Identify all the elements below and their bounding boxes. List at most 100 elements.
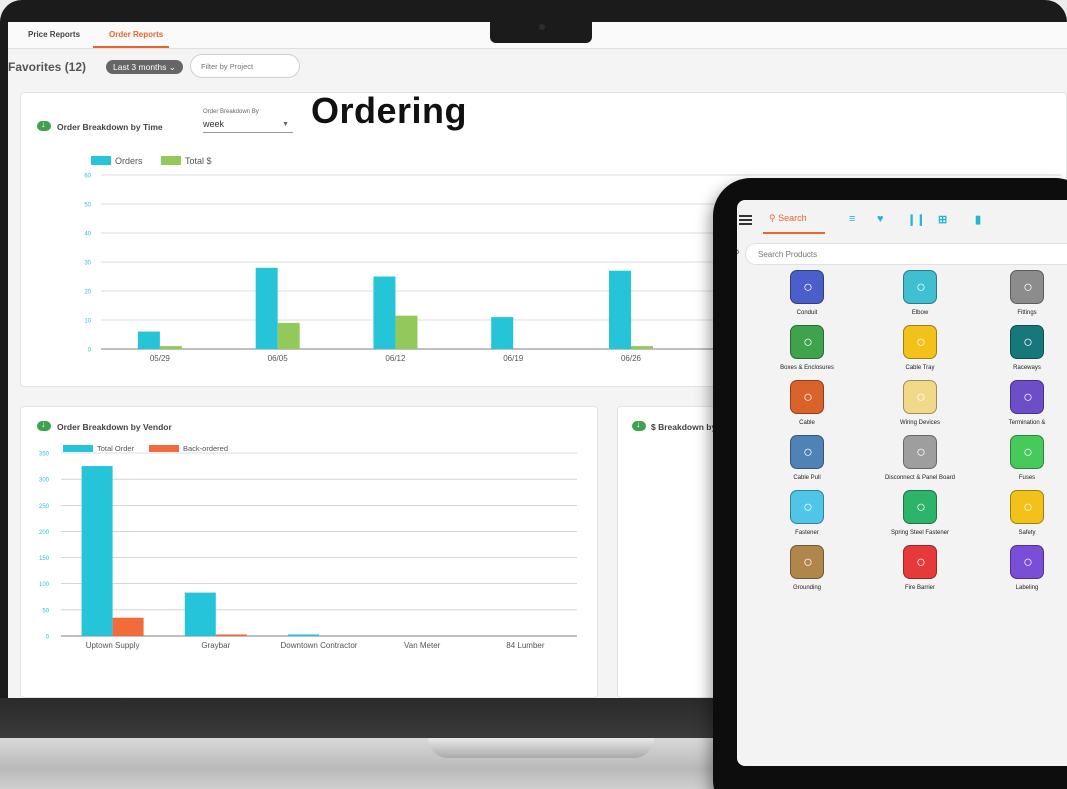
bar-orders bbox=[255, 267, 278, 349]
category-label: Raceways bbox=[1013, 365, 1041, 371]
category-tile-cable-tray[interactable]: ○ bbox=[903, 325, 937, 359]
category-label: Fastener bbox=[795, 530, 819, 536]
bar-total- bbox=[631, 346, 653, 349]
list-icon[interactable]: ≡ bbox=[849, 213, 855, 225]
category-label: Disconnect & Panel Board bbox=[884, 475, 956, 481]
category-tile-conduit[interactable]: ○ bbox=[790, 270, 824, 304]
box-icon: ○ bbox=[803, 334, 813, 351]
category-label: Cable Pull bbox=[793, 475, 821, 481]
caret-down-icon: ▼ bbox=[282, 121, 289, 128]
grounding-icon: ○ bbox=[803, 554, 813, 571]
category-tile-grounding[interactable]: ○ bbox=[790, 545, 824, 579]
fastener-icon: ○ bbox=[803, 499, 813, 516]
category-tile-boxes-enclosures[interactable]: ○ bbox=[790, 325, 824, 359]
cable-icon: ○ bbox=[803, 389, 813, 406]
cable-pull-icon: ○ bbox=[803, 444, 813, 461]
category-tile-disconnect-panel-board[interactable]: ○ bbox=[903, 435, 937, 469]
tab-price-reports[interactable]: Price Reports bbox=[28, 30, 80, 39]
category-label: Boxes & Enclosures bbox=[780, 365, 834, 371]
product-search-input[interactable] bbox=[745, 243, 1067, 265]
search-icon: ⚲ bbox=[769, 213, 776, 223]
barcode-icon[interactable]: ▮ bbox=[975, 213, 981, 226]
cloud-download-icon[interactable] bbox=[632, 419, 646, 431]
bar-total- bbox=[395, 315, 418, 349]
x-tick-label: 06/19 bbox=[503, 354, 524, 363]
x-tick-label: Downtown Contractor bbox=[281, 641, 358, 650]
category-tile-fuses[interactable]: ○ bbox=[1010, 435, 1044, 469]
x-tick-label: 84 Lumber bbox=[506, 641, 545, 650]
heart-icon[interactable]: ♥ bbox=[877, 213, 884, 225]
category-tile-fire-barrier[interactable]: ○ bbox=[903, 545, 937, 579]
tab-search[interactable]: ⚲ Search bbox=[769, 213, 807, 224]
fuse-icon: ○ bbox=[1023, 444, 1033, 461]
category-label: Conduit bbox=[796, 310, 818, 316]
chevron-down-icon: ⌄ bbox=[168, 62, 176, 72]
hamburger-menu-icon[interactable] bbox=[739, 215, 752, 227]
x-tick-label: 05/29 bbox=[150, 354, 171, 363]
category-tile-spring-steel-fastener[interactable]: ○ bbox=[903, 490, 937, 524]
breakdown-select[interactable]: week ▼ bbox=[203, 119, 293, 133]
category-tile-termination[interactable]: ○ bbox=[1010, 380, 1044, 414]
y-tick-label: 20 bbox=[84, 290, 91, 296]
panel-board-icon: ○ bbox=[916, 444, 926, 461]
y-tick-label: 60 bbox=[84, 174, 91, 180]
project-filter-input[interactable] bbox=[190, 54, 300, 78]
category-tile-labeling[interactable]: ○ bbox=[1010, 545, 1044, 579]
add-to-list-icon[interactable]: ⊞ bbox=[938, 213, 947, 226]
bar-back-ordered bbox=[112, 617, 144, 636]
y-tick-label: 200 bbox=[39, 530, 50, 536]
cable-tray-icon: ○ bbox=[916, 334, 926, 351]
bar-total- bbox=[277, 322, 300, 349]
x-tick-label: Uptown Supply bbox=[86, 641, 140, 650]
x-tick-label: 06/05 bbox=[268, 354, 289, 363]
category-tile-cable[interactable]: ○ bbox=[790, 380, 824, 414]
labeling-icon: ○ bbox=[1023, 554, 1033, 571]
date-range-pill[interactable]: Last 3 months ⌄ bbox=[106, 60, 183, 74]
category-label: Elbow bbox=[911, 310, 929, 316]
category-label: Cable bbox=[799, 420, 815, 426]
category-tile-wiring-devices[interactable]: ○ bbox=[903, 380, 937, 414]
y-tick-label: 40 bbox=[84, 232, 91, 238]
bar-total-order bbox=[81, 466, 113, 636]
search-icon: ⚲ bbox=[737, 248, 740, 259]
y-tick-label: 350 bbox=[39, 452, 50, 458]
card-title: $ Breakdown by bbox=[651, 422, 717, 432]
category-label: Wiring Devices bbox=[899, 420, 940, 426]
bar-orders bbox=[137, 331, 160, 349]
y-tick-label: 30 bbox=[84, 261, 91, 267]
raceway-icon: ○ bbox=[1023, 334, 1033, 351]
y-tick-label: 300 bbox=[39, 478, 50, 484]
category-tile-elbow[interactable]: ○ bbox=[903, 270, 937, 304]
camera-icon bbox=[539, 24, 545, 30]
termination-icon: ○ bbox=[1023, 389, 1033, 406]
pause-icon[interactable]: ❙❙ bbox=[907, 213, 925, 226]
search-tab-label: Search bbox=[778, 213, 807, 223]
y-tick-label: 50 bbox=[84, 203, 91, 209]
category-label: Termination & bbox=[1008, 420, 1046, 426]
category-tile-fittings[interactable]: ○ bbox=[1010, 270, 1044, 304]
camera-notch bbox=[490, 16, 592, 43]
bar-orders bbox=[373, 276, 396, 349]
category-label: Spring Steel Fastener bbox=[890, 530, 950, 536]
category-tile-cable-pull[interactable]: ○ bbox=[790, 435, 824, 469]
vendor-chart: 0 50 100 150 200 250 300 350 Uptown Supply Grayba… bbox=[39, 452, 577, 650]
category-tile-fastener[interactable]: ○ bbox=[790, 490, 824, 524]
category-tile-safety[interactable]: ○ bbox=[1010, 490, 1044, 524]
tab-order-reports[interactable]: Order Reports bbox=[109, 30, 163, 39]
bar-orders bbox=[491, 317, 514, 349]
bar-total-order bbox=[184, 592, 216, 636]
tablet-toolbar: ⚲ Search ≡ ♥ ❙❙ ⊞ ▮ bbox=[737, 200, 1067, 236]
category-label: Fuses bbox=[1018, 475, 1036, 481]
bar-back-ordered bbox=[215, 634, 247, 636]
fittings-icon: ○ bbox=[1023, 279, 1033, 296]
y-tick-label: 100 bbox=[39, 582, 50, 588]
category-tile-raceways[interactable]: ○ bbox=[1010, 325, 1044, 359]
x-tick-label: 06/26 bbox=[621, 354, 642, 363]
category-label: Labeling bbox=[1015, 585, 1039, 591]
ordering-heading: Ordering bbox=[311, 90, 468, 131]
elbow-icon: ○ bbox=[916, 279, 926, 296]
spring-steel-fastener-icon: ○ bbox=[916, 499, 926, 516]
fire-barrier-icon: ○ bbox=[916, 554, 926, 571]
wiring-device-icon: ○ bbox=[916, 389, 926, 406]
x-tick-label: Van Meter bbox=[404, 641, 441, 650]
